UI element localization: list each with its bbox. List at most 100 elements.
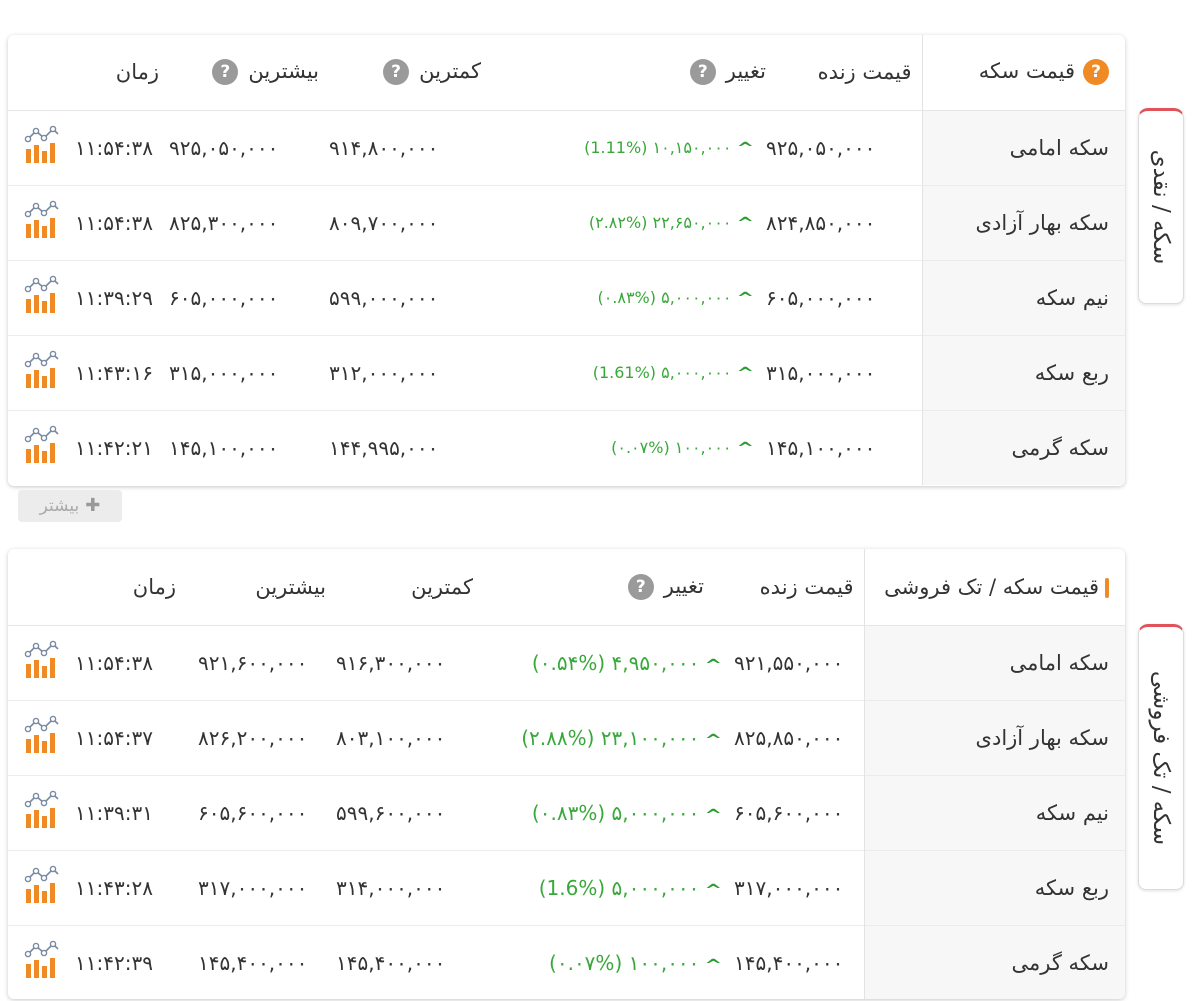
header-chart xyxy=(8,549,75,626)
coin-cash-price-panel: ?قیمت سکه قیمت زنده تغییر? کمترین? بیشتر… xyxy=(8,35,1125,486)
plus-icon: ✚ xyxy=(85,495,101,516)
row-low: ۸۰۳,۱۰۰,۰۰۰ xyxy=(336,699,483,775)
price-chart-icon[interactable] xyxy=(23,790,61,835)
chevron-up-icon: ^ xyxy=(736,214,755,232)
price-chart-icon[interactable] xyxy=(23,940,61,985)
header-name: قیمت سکه / تک فروشی xyxy=(863,549,1125,626)
question-circle-icon[interactable]: ? xyxy=(627,573,654,600)
row-change-value: ۴,۹۵۰,۰۰۰ (۰.۵۴%) xyxy=(531,650,700,675)
question-circle-icon[interactable]: ? xyxy=(383,59,410,86)
header-low: کمترین? xyxy=(329,35,491,111)
row-live-price: ۹۲۵,۰۵۰,۰۰۰ xyxy=(766,135,876,160)
row-high: ۶۰۵,۰۰۰,۰۰۰ xyxy=(169,259,329,335)
row-time: ۱۱:۴۲:۳۹ xyxy=(75,924,198,999)
row-change: ^۱۰۰,۰۰۰ (۰.۰۷%) xyxy=(491,409,766,485)
table-row[interactable]: سکه گرمی ۱۴۵,۱۰۰,۰۰۰ ^۱۰۰,۰۰۰ (۰.۰۷%) ۱۴۴,۹… xyxy=(8,409,1125,485)
side-tab-coin-cash[interactable]: سکه / نقدی xyxy=(1138,108,1184,304)
question-circle-icon[interactable]: ? xyxy=(689,59,716,86)
row-chart-cell xyxy=(8,184,75,260)
row-chart-cell xyxy=(8,849,75,925)
table-header-row: قیمت سکه / تک فروشی قیمت زنده تغییر? کمت… xyxy=(8,549,1125,626)
row-high: ۹۲۱,۶۰۰,۰۰۰ xyxy=(198,650,308,675)
table-row[interactable]: نیم سکه ۶۰۵,۶۰۰,۰۰۰ ^۵,۰۰۰,۰۰۰ (۰.۸۳%) ۵۹۹,… xyxy=(8,774,1125,850)
price-chart-icon[interactable] xyxy=(23,715,61,760)
row-change: ^۴,۹۵۰,۰۰۰ (۰.۵۴%) xyxy=(483,625,734,700)
row-change-value: ۲۳,۱۰۰,۰۰۰ (۲.۸۸%) xyxy=(521,725,700,750)
header-live-price: قیمت زنده xyxy=(734,549,864,626)
table-row[interactable]: سکه امامی ۹۲۱,۵۵۰,۰۰۰ ^۴,۹۵۰,۰۰۰ (۰.۵۴%) ۹۱… xyxy=(8,625,1125,700)
question-circle-icon[interactable]: ? xyxy=(212,59,239,86)
chevron-up-icon: ^ xyxy=(704,655,723,674)
row-high: ۶۰۵,۶۰۰,۰۰۰ xyxy=(198,774,336,850)
table-row[interactable]: ربع سکه ۳۱۵,۰۰۰,۰۰۰ ^۵,۰۰۰,۰۰۰ (1.61%) ۳۱۲,… xyxy=(8,334,1125,410)
row-name: سکه امامی xyxy=(863,625,1125,700)
row-name: نیم سکه xyxy=(863,774,1125,850)
price-chart-icon[interactable] xyxy=(23,425,61,470)
row-high: ۸۲۵,۳۰۰,۰۰۰ xyxy=(169,184,329,260)
row-name: ربع سکه xyxy=(921,334,1125,410)
table-row[interactable]: ربع سکه ۳۱۷,۰۰۰,۰۰۰ ^۵,۰۰۰,۰۰۰ (1.6%) ۳۱۴,۰… xyxy=(8,849,1125,925)
table-row[interactable]: نیم سکه ۶۰۵,۰۰۰,۰۰۰ ^۵,۰۰۰,۰۰۰ (۰.۸۳%) ۵۹۹,… xyxy=(8,259,1125,335)
header-live-price: قیمت زنده xyxy=(766,35,922,111)
row-chart-cell xyxy=(8,409,75,485)
row-time: ۱۱:۴۲:۲۱ xyxy=(75,409,169,485)
row-high: ۱۴۵,۴۰۰,۰۰۰ xyxy=(198,924,336,999)
row-name: سکه بهار آزادی xyxy=(863,699,1125,775)
table-row[interactable]: سکه بهار آزادی ۸۲۴,۸۵۰,۰۰۰ ^۲۲,۶۵۰,۰۰۰ (۲.… xyxy=(8,184,1125,260)
price-chart-icon[interactable] xyxy=(23,275,61,320)
row-chart-cell xyxy=(8,774,75,850)
price-chart-icon[interactable] xyxy=(23,200,61,245)
row-live-price: ۳۱۷,۰۰۰,۰۰۰ xyxy=(734,849,864,925)
row-chart-cell xyxy=(8,110,75,185)
row-change: ^۱۰,۱۵۰,۰۰۰ (1.11%) xyxy=(491,110,766,185)
table-header-row: ?قیمت سکه قیمت زنده تغییر? کمترین? بیشتر… xyxy=(8,35,1125,111)
row-low: ۱۴۵,۴۰۰,۰۰۰ xyxy=(336,924,483,999)
table-row[interactable]: سکه گرمی ۱۴۵,۴۰۰,۰۰۰ ^۱۰۰,۰۰۰ (۰.۰۷%) ۱۴۵,۴… xyxy=(8,924,1125,999)
header-high: بیشترین? xyxy=(169,35,329,111)
chevron-up-icon: ^ xyxy=(704,805,723,824)
table-row[interactable]: سکه امامی ۹۲۵,۰۵۰,۰۰۰ ^۱۰,۱۵۰,۰۰۰ (1.11%) ۹… xyxy=(8,110,1125,185)
row-change-value: ۲۲,۶۵۰,۰۰۰ (۲.۸۲%) xyxy=(588,213,732,232)
price-chart-icon[interactable] xyxy=(23,125,61,170)
header-change: تغییر? xyxy=(483,549,734,626)
price-chart-icon[interactable] xyxy=(23,350,61,395)
table-body: سکه امامی ۹۲۵,۰۵۰,۰۰۰ ^۱۰,۱۵۰,۰۰۰ (1.11%) ۹… xyxy=(8,110,1125,485)
accent-marker xyxy=(1105,577,1109,598)
row-change: ^۵,۰۰۰,۰۰۰ (۰.۸۳%) xyxy=(491,259,766,335)
row-change: ^۲۳,۱۰۰,۰۰۰ (۲.۸۸%) xyxy=(483,699,734,775)
row-high: ۱۴۵,۱۰۰,۰۰۰ xyxy=(169,409,329,485)
table-row[interactable]: سکه بهار آزادی ۸۲۵,۸۵۰,۰۰۰ ^۲۳,۱۰۰,۰۰۰ (۲.… xyxy=(8,699,1125,775)
question-circle-icon[interactable]: ? xyxy=(1083,59,1109,86)
row-time: ۱۱:۴۳:۲۸ xyxy=(75,849,198,925)
row-chart-cell xyxy=(8,625,75,700)
row-time: ۱۱:۳۹:۲۹ xyxy=(75,259,169,335)
row-low: ۵۹۹,۰۰۰,۰۰۰ xyxy=(329,259,491,335)
row-high: ۳۱۵,۰۰۰,۰۰۰ xyxy=(169,334,329,410)
row-time: ۱۱:۴۳:۱۶ xyxy=(75,334,169,410)
row-high: ۹۲۵,۰۵۰,۰۰۰ xyxy=(169,135,279,160)
row-chart-cell xyxy=(8,259,75,335)
header-time: زمان xyxy=(75,35,169,111)
row-live-price: ۶۰۵,۰۰۰,۰۰۰ xyxy=(766,259,922,335)
side-tab-coin-retail[interactable]: سکه / تک فروشی xyxy=(1138,624,1184,890)
row-change-value: ۱۰۰,۰۰۰ (۰.۰۷%) xyxy=(549,950,700,975)
row-low: ۸۰۹,۷۰۰,۰۰۰ xyxy=(329,184,491,260)
row-low: ۱۴۴,۹۹۵,۰۰۰ xyxy=(329,409,491,485)
price-chart-icon[interactable] xyxy=(23,640,61,685)
coin-retail-price-table: قیمت سکه / تک فروشی قیمت زنده تغییر? کمت… xyxy=(8,549,1125,999)
row-live-price: ۶۰۵,۶۰۰,۰۰۰ xyxy=(734,774,864,850)
row-change: ^۱۰۰,۰۰۰ (۰.۰۷%) xyxy=(483,924,734,999)
row-live-price: ۹۲۱,۵۵۰,۰۰۰ xyxy=(734,650,844,675)
coin-retail-price-panel: قیمت سکه / تک فروشی قیمت زنده تغییر? کمت… xyxy=(8,549,1125,999)
row-live-price: ۱۴۵,۴۰۰,۰۰۰ xyxy=(734,924,864,999)
price-chart-icon[interactable] xyxy=(23,865,61,910)
chevron-up-icon: ^ xyxy=(704,730,723,749)
row-low: ۹۱۴,۸۰۰,۰۰۰ xyxy=(329,135,439,160)
row-name: سکه گرمی xyxy=(863,924,1125,999)
row-live-price: ۱۴۵,۱۰۰,۰۰۰ xyxy=(766,409,922,485)
row-name: سکه بهار آزادی xyxy=(921,184,1125,260)
more-button[interactable]: ✚بیشتر xyxy=(18,490,122,522)
header-name: ?قیمت سکه xyxy=(921,35,1125,111)
table-body: سکه امامی ۹۲۱,۵۵۰,۰۰۰ ^۴,۹۵۰,۰۰۰ (۰.۵۴%) ۹۱… xyxy=(8,625,1125,999)
chevron-up-icon: ^ xyxy=(704,880,723,899)
